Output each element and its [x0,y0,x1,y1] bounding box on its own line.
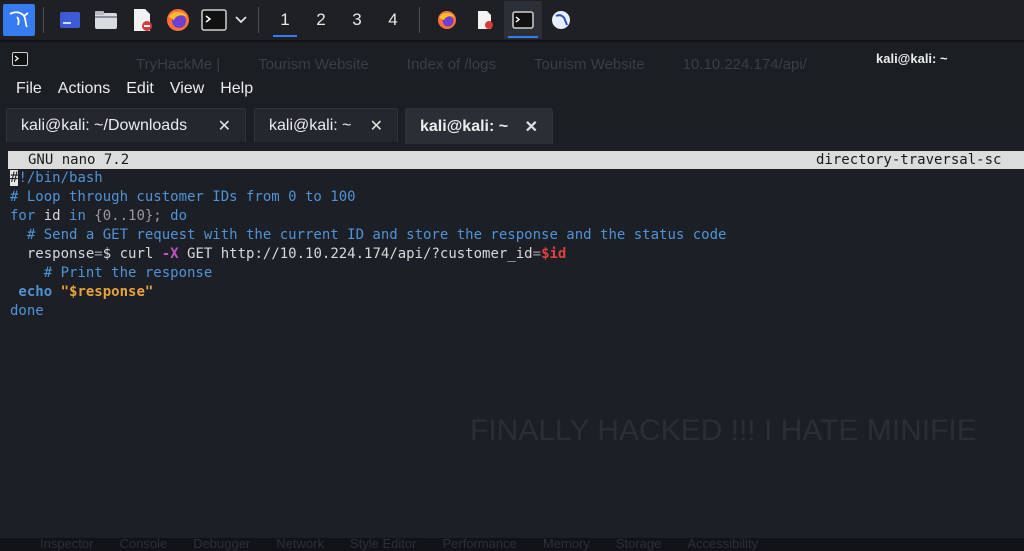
task-kali[interactable] [542,1,580,39]
code-id-var: $id [541,246,567,262]
menu-bar: File Actions Edit View Help [0,80,261,106]
menu-actions[interactable]: Actions [50,80,118,106]
nano-editor[interactable]: FINALLY HACKED !!! I HATE MINIFIE Inspec… [0,144,1024,551]
file-manager-icon[interactable] [93,7,119,33]
code-equals: = [532,246,542,262]
desktop-icon[interactable] [57,7,83,33]
tab-downloads[interactable]: kali@kali: ~/Downloads ✕ [6,108,246,142]
terminal-window: TryHackMe | Tourism Website Index of /lo… [0,42,1024,551]
code-line-1: !/bin/bash [18,170,103,186]
panel-separator [43,7,44,33]
devtools-tab: Accessibility [687,536,759,551]
code-line-2: # Loop through customer IDs from 0 to 10… [10,189,356,205]
task-text-editor[interactable] [466,1,504,39]
firefox-icon[interactable] [165,7,191,33]
tab-label: kali@kali: ~ [420,117,509,135]
tab-home-active[interactable]: kali@kali: ~ ✕ [405,108,553,144]
nano-filename: directory-traversal-sc [816,152,1002,168]
devtools-tab: Console [119,536,168,551]
code-echo: echo [10,284,53,300]
kali-dragon-icon [9,11,29,28]
code-url: GET http://10.10.224.174/api/?customer_i… [178,246,533,262]
code-line-6: # Print the response [10,265,213,281]
task-firefox[interactable] [428,1,466,39]
task-terminal[interactable] [504,1,542,39]
terminal-icon[interactable] [201,7,227,33]
tab-home[interactable]: kali@kali: ~ ✕ [254,108,398,142]
background-tab: 10.10.224.174/api/ [682,56,807,73]
firefox-icon [438,11,456,29]
code-response-string: "$response" [52,284,154,300]
devtools-tab: Performance [442,536,517,551]
nano-version: GNU nano 7.2 [28,152,130,168]
devtools-tab: Style Editor [349,536,417,551]
menu-help[interactable]: Help [212,80,261,106]
script-content[interactable]: #!/bin/bash # Loop through customer IDs … [10,169,726,321]
code-for: for [10,208,36,224]
tab-label: kali@kali: ~ [269,116,352,134]
terminal-icon [512,11,534,29]
code-done: done [10,303,44,319]
code-in: in [69,208,86,224]
workspace-1[interactable]: 1 [267,1,303,39]
kali-dragon-icon [552,11,570,29]
top-panel: 1 2 3 4 [0,0,1024,40]
menu-file[interactable]: File [0,80,50,106]
workspace-4[interactable]: 4 [375,1,411,39]
window-title: kali@kali: ~ [876,51,948,66]
background-devtools: Inspector Console Debugger Network Style… [0,536,1024,551]
code-flag: -X [161,246,179,262]
chevron-down-icon[interactable] [234,7,248,33]
code-range: {0..10}; [85,208,171,224]
close-icon[interactable]: ✕ [218,116,231,136]
devtools-tab: Storage [615,536,662,551]
close-icon[interactable]: ✕ [370,116,383,136]
tab-label: kali@kali: ~/Downloads [21,116,188,134]
terminal-tabs: kali@kali: ~/Downloads ✕ kali@kali: ~ ✕ … [0,108,1024,144]
code-response: response [10,246,95,262]
text-editor-icon [478,11,493,29]
terminal-icon [12,52,28,66]
nano-header: GNU nano 7.2 directory-traversal-sc [8,151,1024,169]
panel-separator [258,7,259,33]
text-editor-icon[interactable] [129,7,155,33]
code-equals: = [94,246,103,262]
devtools-tab: Network [276,536,324,551]
background-tab: Index of /logs [406,56,497,73]
background-tab: Tourism Website [258,56,369,73]
panel-separator [419,7,420,33]
code-id: id [35,208,70,224]
code-line-4: # Send a GET request with the current ID… [10,227,727,243]
background-tab: Tourism Website [534,56,645,73]
workspace-3[interactable]: 3 [339,1,375,39]
devtools-tab: Inspector [40,536,94,551]
background-banner: FINALLY HACKED !!! I HATE MINIFIE [470,414,977,447]
devtools-tab: Memory [542,536,590,551]
menu-view[interactable]: View [162,80,212,106]
code-do: do [170,208,188,224]
background-browser-tabs: TryHackMe | Tourism Website Index of /lo… [60,56,807,73]
workspace-2[interactable]: 2 [303,1,339,39]
window-titlebar[interactable]: TryHackMe | Tourism Website Index of /lo… [0,42,1024,74]
menu-edit[interactable]: Edit [118,80,162,106]
devtools-tab: Debugger [193,536,251,551]
kali-menu-icon[interactable] [3,4,35,36]
close-icon[interactable]: ✕ [525,117,538,137]
code-curl: $ curl [102,246,162,262]
background-tab: TryHackMe | [136,56,221,73]
